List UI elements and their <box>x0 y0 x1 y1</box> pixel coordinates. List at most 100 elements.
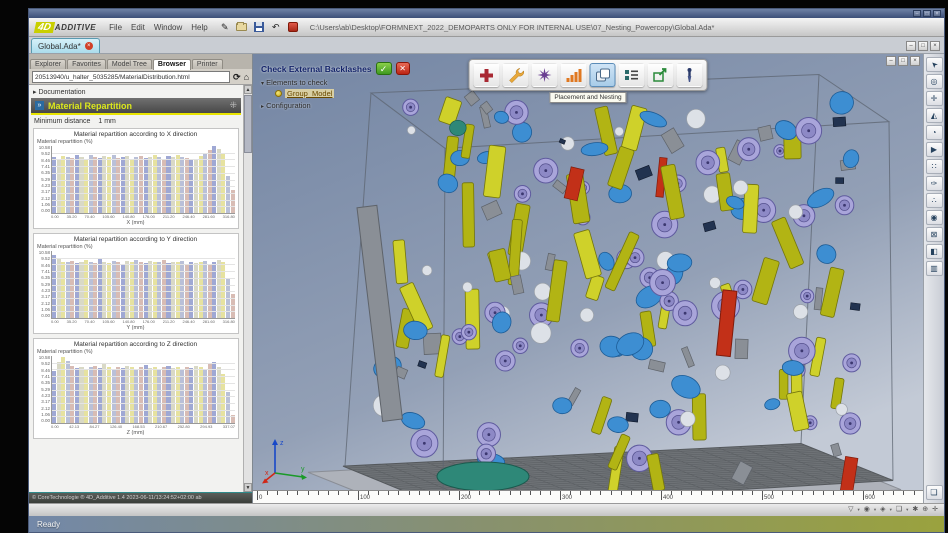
paint-select-icon[interactable]: ✑ <box>926 176 943 191</box>
analysis-button[interactable] <box>561 63 587 87</box>
url-bar: 20513940/u_halter_5035285/MaterialDistri… <box>29 69 252 85</box>
nesting-scene <box>253 54 923 503</box>
viewport-restore-button[interactable]: □ <box>898 56 908 66</box>
home-icon[interactable]: ⌂ <box>244 72 249 82</box>
refresh-icon[interactable]: ⟳ <box>233 72 241 82</box>
url-input[interactable]: 20513940/u_halter_5035285/MaterialDistri… <box>32 71 230 83</box>
bar <box>212 362 216 423</box>
document-path: C:\Users\ab\Desktop\FORMNEXT_2022_DEMOPA… <box>310 23 938 32</box>
orbit-icon[interactable]: ◔ <box>926 125 943 140</box>
solid-view-icon-dropdown[interactable]: ▾ <box>906 507 908 513</box>
documentation-link[interactable]: ▸ Documentation <box>31 87 241 97</box>
open-folder-icon[interactable] <box>236 22 248 33</box>
chart-xlabel: Y (mm) <box>36 325 235 331</box>
chart-ylabel: Material repartition (%) <box>37 244 235 250</box>
panel-scrollbar[interactable]: ▲ ▼ <box>243 85 252 492</box>
coordinates-icon[interactable]: ✛ <box>932 505 938 515</box>
recent-file-icon[interactable] <box>287 22 299 33</box>
machine-setup-button[interactable] <box>677 63 703 87</box>
window-maximize-button[interactable]: □ <box>923 10 931 17</box>
solid-view-icon[interactable]: ❏ <box>896 505 902 515</box>
recenter-icon[interactable]: ◎ <box>926 74 943 89</box>
render-mode-icon[interactable]: ◈ <box>880 505 885 515</box>
select-cursor-icon[interactable]: ➤ <box>926 57 943 72</box>
menu-file[interactable]: File <box>109 23 122 32</box>
bar <box>199 156 203 213</box>
bar <box>148 261 152 318</box>
sketch-pen-icon[interactable]: ✎ <box>219 22 231 33</box>
viewport-close-button[interactable]: × <box>910 56 920 66</box>
snap-target-icon[interactable]: ⊕ <box>922 505 928 515</box>
bar <box>139 156 143 213</box>
bar <box>176 155 180 213</box>
snapshot-icon[interactable]: ◧ <box>926 244 943 259</box>
focus-target-icon[interactable]: ◉ <box>926 210 943 225</box>
multi-view-icon[interactable]: ∷ <box>926 159 943 174</box>
window-close-button[interactable]: × <box>933 10 941 17</box>
material-repartition-title: Material Repartition <box>48 101 229 111</box>
point-cloud-icon[interactable]: ∴ <box>926 193 943 208</box>
grab-icon[interactable]: ✱ <box>912 505 918 515</box>
configuration-row[interactable]: ▸ Configuration <box>261 101 410 110</box>
chart-card-1: Material repartition according to Y dire… <box>33 233 239 334</box>
filter-icon[interactable]: ▽ <box>848 505 853 515</box>
charts-container: Material repartition according to X dire… <box>31 127 241 443</box>
menu-window[interactable]: Window <box>154 23 182 32</box>
minimum-distance-value: 1 mm <box>98 118 116 125</box>
chart-ylabel: Material repartition (%) <box>37 349 235 355</box>
panel-tab-browser[interactable]: Browser <box>153 59 191 70</box>
scroll-thumb[interactable] <box>244 95 252 153</box>
bar <box>89 155 93 213</box>
rotate-view-icon[interactable]: ◭ <box>926 108 943 123</box>
app-logo: 4D ADDITIVE <box>35 22 96 33</box>
document-tab[interactable]: Global.Ada* × <box>31 38 100 53</box>
confirm-check-icon[interactable]: ✓ <box>376 62 392 75</box>
panel-tab-favorites[interactable]: Favorites <box>67 59 106 69</box>
panel-tab-model-tree[interactable]: Model Tree <box>107 59 152 69</box>
measure-ruler[interactable]: 0100200300400500600 <box>253 490 923 503</box>
panel-tab-printer[interactable]: Printer <box>192 59 223 69</box>
pan-move-icon[interactable]: ✛ <box>926 91 943 106</box>
chart-plot <box>51 356 235 424</box>
bar <box>70 366 74 423</box>
mdi-restore-button[interactable]: □ <box>918 41 928 51</box>
walkthrough-icon[interactable]: ▶ <box>926 142 943 157</box>
tab-close-icon[interactable]: × <box>85 42 93 50</box>
elements-to-check-row[interactable]: ▾ Elements to check <box>261 78 410 87</box>
placement-nesting-button[interactable] <box>590 63 616 87</box>
histogram-view-icon[interactable]: ▥ <box>926 261 943 276</box>
supports-button[interactable] <box>532 63 558 87</box>
viewport-minimize-button[interactable]: – <box>886 56 896 66</box>
mdi-minimize-button[interactable]: – <box>906 41 916 51</box>
clip-box-icon[interactable]: ⊠ <box>926 227 943 242</box>
menu-help[interactable]: Help <box>191 23 207 32</box>
group-model-item[interactable]: Group_Model <box>275 89 410 98</box>
window-minimize-button[interactable]: – <box>913 10 921 17</box>
build-preparation-button[interactable] <box>619 63 645 87</box>
scroll-down-icon[interactable]: ▼ <box>244 483 252 492</box>
render-mode-icon-dropdown[interactable]: ▾ <box>890 507 892 513</box>
save-icon[interactable] <box>253 22 265 33</box>
backlash-title: Check External Backlashes <box>261 64 372 74</box>
fixing-tools-button[interactable] <box>503 63 529 87</box>
menu-edit[interactable]: Edit <box>131 23 145 32</box>
bar <box>221 154 225 213</box>
bar <box>162 260 166 318</box>
filter-icon-dropdown[interactable]: ▾ <box>858 507 860 513</box>
mdi-close-button[interactable]: × <box>930 41 940 51</box>
view-cube-icon[interactable]: ❏ <box>926 485 943 500</box>
bar <box>208 364 212 423</box>
panel-tab-explorer[interactable]: Explorer <box>30 59 66 69</box>
scroll-up-icon[interactable]: ▲ <box>244 85 252 94</box>
check-backlash-panel: Check External Backlashes ✓ ✕ ▾ Elements… <box>261 62 410 110</box>
titlebar: – □ × <box>29 9 944 18</box>
export-button[interactable] <box>648 63 674 87</box>
visibility-icon-dropdown[interactable]: ▾ <box>874 507 876 513</box>
repair-button[interactable] <box>474 63 500 87</box>
cancel-check-icon[interactable]: ✕ <box>396 62 410 75</box>
undo-icon[interactable]: ↶ <box>270 22 282 33</box>
chart-card-2: Material repartition according to Z dire… <box>33 338 239 439</box>
viewport-3d[interactable]: Check External Backlashes ✓ ✕ ▾ Elements… <box>253 54 923 503</box>
menu-bar: 4D ADDITIVE File Edit Window Help ✎ ↶ C:\Us… <box>29 18 944 37</box>
visibility-icon[interactable]: ◉ <box>864 505 870 515</box>
